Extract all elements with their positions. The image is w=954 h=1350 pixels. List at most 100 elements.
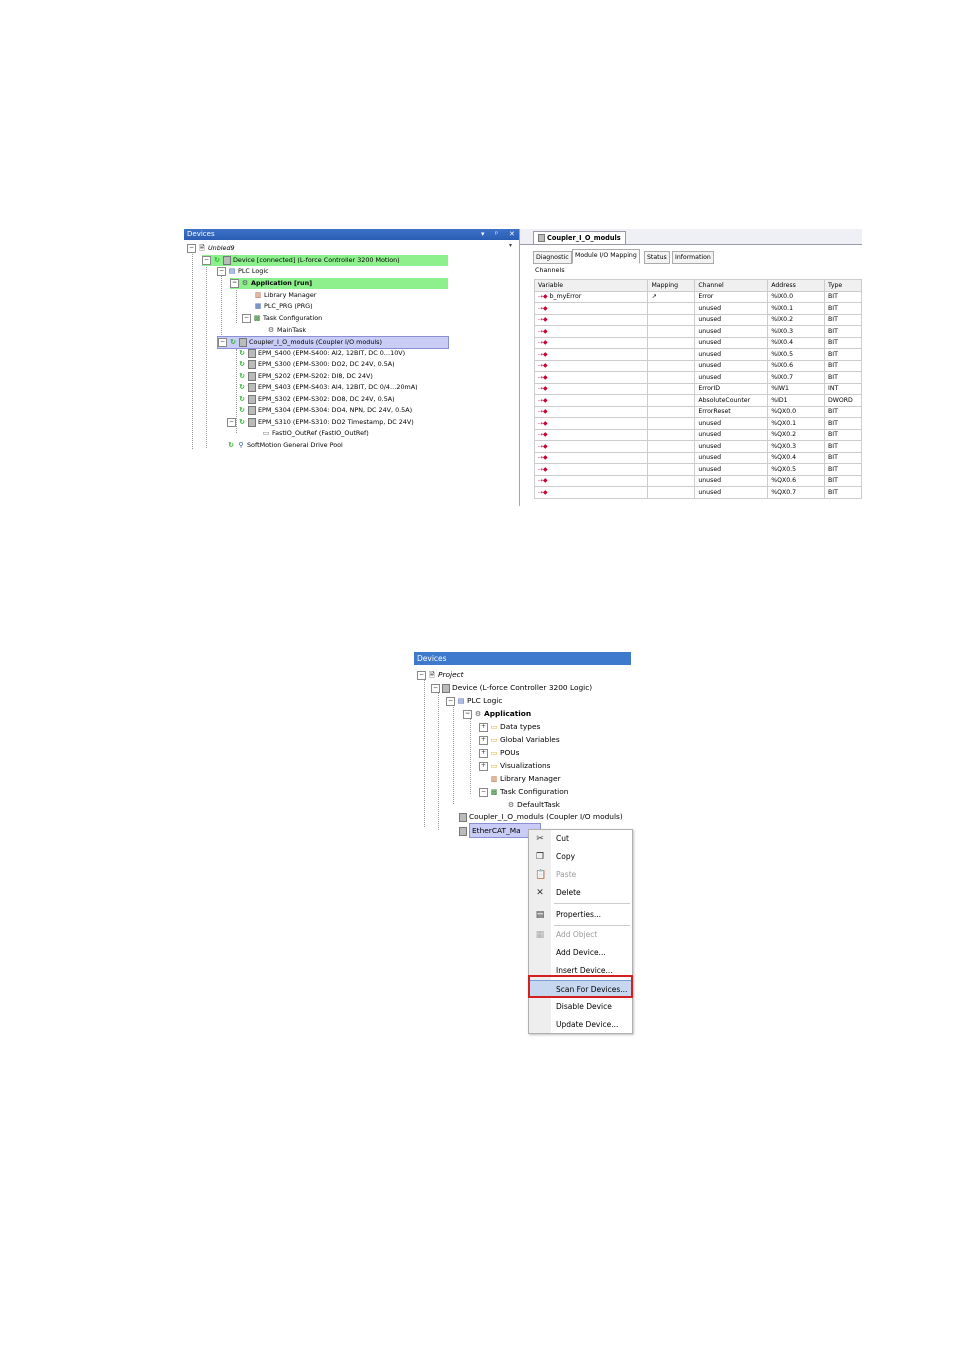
cell-variable[interactable]: ⇢◆: [533, 394, 649, 407]
collapse-icon[interactable]: −: [218, 337, 227, 347]
tree-item-device[interactable]: − Device (L-force Controller 3200 Logic): [431, 681, 592, 694]
panel-dropdown-button[interactable]: ▾: [481, 229, 485, 240]
panel-pin-button[interactable]: ᵖ: [495, 229, 498, 240]
cell-variable[interactable]: ⇢◆ b_myError: [533, 290, 649, 303]
expand-icon[interactable]: +: [479, 735, 488, 745]
column-header-type[interactable]: Type: [824, 279, 862, 292]
tab-status[interactable]: Status: [644, 251, 670, 264]
tree-item-task-configuration[interactable]: − ▩ Task Configuration: [242, 313, 322, 324]
table-row[interactable]: ⇢◆ unused %QX0.3 BIT: [533, 440, 862, 453]
collapse-icon[interactable]: −: [417, 670, 426, 680]
cell-variable[interactable]: ⇢◆: [533, 359, 649, 372]
table-row[interactable]: ⇢◆ unused %IX0.1 BIT: [533, 302, 862, 315]
tree-item-project[interactable]: − 🗎 Unbled9: [187, 243, 235, 254]
tree-item-visualizations[interactable]: + ▭ Visualizations: [479, 759, 551, 772]
menu-item-properties[interactable]: ▤ Properties...: [529, 906, 632, 923]
column-header-channel[interactable]: Channel: [694, 279, 769, 292]
cell-variable[interactable]: ⇢◆: [533, 440, 649, 453]
menu-item-copy[interactable]: ❐ Copy: [529, 848, 632, 865]
cell-variable[interactable]: ⇢◆: [533, 417, 649, 430]
cell-variable[interactable]: ⇢◆: [533, 463, 649, 476]
tree-item-epm-s400[interactable]: ↻ EPM_S400 (EPM-S400: AI2, 12BIT, DC 0…10…: [238, 348, 405, 359]
menu-item-add-object[interactable]: ▦ Add Object: [529, 926, 632, 943]
expand-icon[interactable]: +: [479, 761, 488, 771]
expand-icon[interactable]: +: [479, 722, 488, 732]
document-tab-coupler[interactable]: Coupler_I_O_moduls: [533, 231, 626, 244]
column-header-address[interactable]: Address: [767, 279, 825, 292]
collapse-icon[interactable]: −: [187, 243, 196, 253]
cell-variable[interactable]: ⇢◆: [533, 486, 649, 499]
column-header-variable[interactable]: Variable: [533, 279, 649, 292]
tree-item-plc-logic[interactable]: − ▤ PLC Logic: [446, 694, 502, 707]
tab-module-io-mapping[interactable]: Module I/O Mapping: [572, 249, 640, 264]
table-row[interactable]: ⇢◆ b_myError ↗ Error %IX0.0 BIT: [533, 290, 862, 303]
tree-item-fastio-outref[interactable]: ▭ FastIO_OutRef (FastIO_OutRef): [262, 428, 369, 439]
menu-item-paste[interactable]: 📋 Paste: [529, 866, 632, 883]
tree-item-epm-s300[interactable]: ↻ EPM_S300 (EPM-S300: DO2, DC 24V, 0.5A): [238, 359, 395, 370]
column-header-mapping[interactable]: Mapping: [647, 279, 696, 292]
expand-icon[interactable]: +: [479, 748, 488, 758]
menu-item-cut[interactable]: ✂ Cut: [529, 830, 632, 847]
table-row[interactable]: ⇢◆ unused %IX0.3 BIT: [533, 325, 862, 338]
tree-item-library-manager[interactable]: ▥ Library Manager: [254, 290, 317, 301]
cell-variable[interactable]: ⇢◆: [533, 325, 649, 338]
collapse-icon[interactable]: −: [217, 266, 226, 276]
table-row[interactable]: ⇢◆ unused %IX0.4 BIT: [533, 336, 862, 349]
cell-variable[interactable]: ⇢◆: [533, 336, 649, 349]
table-row[interactable]: ⇢◆ unused %IX0.7 BIT: [533, 371, 862, 384]
table-row[interactable]: ⇢◆ ErrorReset %QX0.0 BIT: [533, 405, 862, 418]
tree-item-data-types[interactable]: + ▭ Data types: [479, 720, 540, 733]
tree-item-pous[interactable]: + ▭ POUs: [479, 746, 520, 759]
collapse-icon[interactable]: −: [242, 313, 251, 323]
collapse-icon[interactable]: −: [446, 696, 455, 706]
tree-item-epm-s302[interactable]: ↻ EPM_S302 (EPM-S302: DO8, DC 24V, 0.5A): [238, 394, 395, 405]
table-row[interactable]: ⇢◆ AbsoluteCounter %ID1 DWORD: [533, 394, 862, 407]
collapse-icon[interactable]: −: [227, 417, 236, 427]
collapse-icon[interactable]: −: [479, 787, 488, 797]
cell-variable[interactable]: ⇢◆: [533, 313, 649, 326]
collapse-icon[interactable]: −: [230, 278, 239, 288]
table-row[interactable]: ⇢◆ unused %QX0.1 BIT: [533, 417, 862, 430]
collapse-icon[interactable]: −: [202, 255, 211, 265]
tree-item-coupler[interactable]: Coupler_I_O_moduls (Coupler I/O moduls): [459, 810, 623, 823]
tree-item-task-configuration[interactable]: − ▩ Task Configuration: [479, 785, 568, 798]
cell-variable[interactable]: ⇢◆: [533, 451, 649, 464]
tree-item-application[interactable]: − ⚙ Application [run]: [230, 278, 448, 289]
tree-item-global-variables[interactable]: + ▭ Global Variables: [479, 733, 560, 746]
tree-item-plc-logic[interactable]: − ▤ PLC Logic: [217, 266, 269, 277]
cell-variable[interactable]: ⇢◆: [533, 371, 649, 384]
menu-item-disable-device[interactable]: Disable Device: [529, 998, 632, 1015]
collapse-icon[interactable]: −: [463, 709, 472, 719]
table-row[interactable]: ⇢◆ unused %IX0.5 BIT: [533, 348, 862, 361]
tree-item-epm-s403[interactable]: ↻ EPM_S403 (EPM-S403: AI4, 12BIT, DC 0/4……: [238, 382, 418, 393]
cell-variable[interactable]: ⇢◆: [533, 474, 649, 487]
table-row[interactable]: ⇢◆ unused %QX0.4 BIT: [533, 451, 862, 464]
tree-item-epm-s304[interactable]: ↻ EPM_S304 (EPM-S304: DO4, NPN, DC 24V, 0…: [238, 405, 412, 416]
tab-diagnostic[interactable]: Diagnostic: [533, 251, 572, 264]
tree-scroll-arrow-icon[interactable]: ▾: [509, 242, 512, 249]
tab-information[interactable]: Information: [672, 251, 714, 264]
tree-item-epm-s202[interactable]: ↻ EPM_S202 (EPM-S202: DI8, DC 24V): [238, 371, 373, 382]
table-row[interactable]: ⇢◆ unused %QX0.7 BIT: [533, 486, 862, 499]
tree-item-epm-s310[interactable]: − ↻ EPM_S310 (EPM-S310: DO2 Timestamp, DC …: [227, 417, 414, 428]
table-row[interactable]: ⇢◆ unused %IX0.6 BIT: [533, 359, 862, 372]
menu-item-update-device[interactable]: Update Device...: [529, 1016, 632, 1033]
panel-close-button[interactable]: ✕: [509, 229, 515, 240]
table-row[interactable]: ⇢◆ unused %QX0.2 BIT: [533, 428, 862, 441]
cell-variable[interactable]: ⇢◆: [533, 428, 649, 441]
tree-item-plc-prg[interactable]: ▦ PLC_PRG (PRG): [254, 301, 313, 312]
tree-item-project[interactable]: − 🗎 Project: [417, 668, 464, 681]
menu-item-add-device[interactable]: Add Device...: [529, 944, 632, 961]
table-row[interactable]: ⇢◆ unused %QX0.5 BIT: [533, 463, 862, 476]
table-row[interactable]: ⇢◆ unused %QX0.6 BIT: [533, 474, 862, 487]
tree-item-softmotion-pool[interactable]: ↻ ⚲ SoftMotion General Drive Pool: [227, 440, 343, 451]
tree-item-maintask[interactable]: ⚙ MainTask: [267, 325, 306, 336]
cell-variable[interactable]: ⇢◆: [533, 348, 649, 361]
tree-item-device[interactable]: − ↻ Device [connected] (L-force Controller…: [202, 255, 448, 266]
collapse-icon[interactable]: −: [431, 683, 440, 693]
table-row[interactable]: ⇢◆ ErrorID %IW1 INT: [533, 382, 862, 395]
cell-variable[interactable]: ⇢◆: [533, 302, 649, 315]
tree-item-application[interactable]: − ⚙ Application: [463, 707, 531, 720]
table-row[interactable]: ⇢◆ unused %IX0.2 BIT: [533, 313, 862, 326]
cell-variable[interactable]: ⇢◆: [533, 382, 649, 395]
